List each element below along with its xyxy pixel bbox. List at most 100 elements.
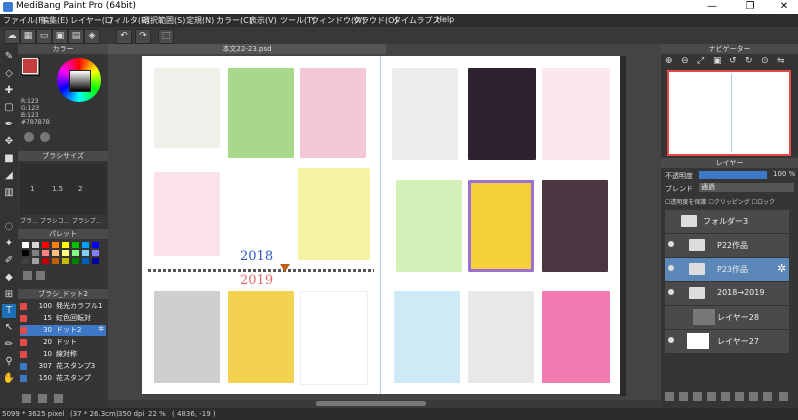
reset-rotation-icon[interactable]: ⊙ [761,56,769,66]
undo-button[interactable]: ↶ [116,29,132,44]
save-icon[interactable]: ▤ [68,29,84,44]
brush-item[interactable]: 15 虹色回転対 [20,313,106,324]
palette-swatch[interactable] [52,258,59,264]
palette-swatch[interactable] [72,258,79,264]
operation-tool-icon[interactable]: ↖ [2,321,16,335]
brush-size-value[interactable]: 1.5 [52,185,63,193]
eye-icon[interactable] [668,265,674,271]
layer-row[interactable]: レイヤー28 [665,306,789,330]
eraser-tool-icon[interactable]: ◇ [2,67,16,81]
brush-item[interactable]: 150 花スタンプ [20,373,106,384]
menu-timelapse[interactable]: タイムラプス [393,15,440,26]
rotate-right-icon[interactable]: ↻ [745,56,753,66]
palette-swatch[interactable] [92,242,99,248]
palette-swatch[interactable] [62,258,69,264]
palette-delete-icon[interactable] [36,271,45,280]
redo-button[interactable]: ↷ [135,29,151,44]
menu-edit[interactable]: 編集(E) [41,15,68,26]
copy-brush-icon[interactable] [37,394,47,403]
brush-item[interactable]: 20 ドット [20,337,106,348]
delete-layer-icon[interactable] [779,392,788,401]
new-folder-icon[interactable] [707,392,716,401]
palette-swatch[interactable] [72,242,79,248]
palette-swatch[interactable] [72,250,79,256]
cloud-icon[interactable]: ☁ [4,29,20,44]
hand-tool-icon[interactable]: ✋ [2,372,16,386]
palette-swatch[interactable] [42,258,49,264]
merge-down-icon[interactable] [721,392,730,401]
eye-icon[interactable] [668,289,674,295]
flip-icon[interactable]: ⇋ [777,56,785,66]
layer-settings-icon[interactable] [763,392,772,401]
palette-swatch[interactable] [92,258,99,264]
grid-icon[interactable]: ▦ [20,29,36,44]
comment-icon[interactable]: ▭ [36,29,52,44]
layer-row[interactable]: P22作品 [665,234,789,258]
zoom-in-icon[interactable]: ⊕ [665,56,673,66]
palette-grid[interactable] [22,242,104,266]
canvas-horizontal-scrollbar-thumb[interactable] [316,401,426,406]
palette-swatch[interactable] [22,250,29,256]
layer-row[interactable]: 2018→2019 [665,282,789,306]
layer-row-selected[interactable]: P23作品 ✲ [665,258,789,282]
image-icon[interactable]: ▣ [52,29,68,44]
document-tab[interactable]: 本文22-23.psd [108,44,386,54]
select-pen-tool-icon[interactable]: ✐ [2,254,16,268]
palette-swatch[interactable] [42,250,49,256]
eye-icon[interactable] [668,337,674,343]
palette-swatch[interactable] [22,242,29,248]
deselect-button[interactable]: ⬚ [158,29,174,44]
share-icon[interactable]: ◈ [84,29,100,44]
menu-color[interactable]: カラー(C) [216,15,252,26]
color-picker-square[interactable] [69,70,91,92]
menu-cloud[interactable]: クラウド(O) [353,15,398,26]
palette-swatch[interactable] [52,250,59,256]
minimize-button[interactable]: — [700,0,724,14]
gradient-tool-icon[interactable]: ▥ [2,186,16,200]
primary-color-swatch[interactable] [22,58,38,74]
opacity-slider[interactable] [699,171,767,179]
menu-ruler[interactable]: 定規(N) [186,15,214,26]
gear-icon[interactable]: ✲ [777,262,786,275]
pen-tool-icon[interactable]: ✒ [2,118,16,132]
new-layer-icon[interactable] [665,392,674,401]
layer-row[interactable]: レイヤー27 [665,330,789,354]
copy-layer-icon[interactable] [693,392,702,401]
magic-wand-tool-icon[interactable]: ✦ [2,237,16,251]
canvas-page[interactable]: 2018 2019 [142,56,620,394]
zoom-tool-icon[interactable]: ⚲ [2,355,16,369]
palette-swatch[interactable] [62,250,69,256]
clear-layer-icon[interactable] [735,392,744,401]
palette-swatch[interactable] [42,242,49,248]
canvas-vertical-scrollbar[interactable] [620,56,626,396]
select-eraser-tool-icon[interactable]: ◆ [2,271,16,285]
menu-view[interactable]: 表示(V) [249,15,277,26]
palette-swatch[interactable] [92,250,99,256]
lasso-tool-icon[interactable]: ◌ [2,220,16,234]
rect-tool-icon[interactable]: ▢ [2,101,16,115]
menu-select[interactable]: 選択範囲(S) [142,15,185,26]
brush-tool-icon[interactable]: ✎ [2,50,16,64]
palette-swatch[interactable] [32,242,39,248]
palette-add-icon[interactable] [23,271,32,280]
move-tool-icon[interactable]: ✥ [2,135,16,149]
palette-swatch[interactable] [82,242,89,248]
brush-panel-tabs[interactable]: ブラ… ブラシコ… ブラシプ… [20,216,102,225]
palette-swatch[interactable] [32,250,39,256]
brush-item[interactable]: 307 花スタンプ3 [20,361,106,372]
gear-icon[interactable]: ✲ [98,325,104,333]
palette-icon[interactable] [24,132,34,142]
brush-size-value[interactable]: 2 [78,185,82,193]
brush-item[interactable]: 10 線対称 [20,349,106,360]
menu-tool[interactable]: ツール(T) [280,15,315,26]
close-button[interactable]: ✕ [772,0,796,14]
text-tool-icon[interactable]: T [2,304,16,318]
brush-item-selected[interactable]: 30 ドット2 ✲ [20,325,106,336]
fit-icon[interactable]: ⤢ [697,56,704,66]
color-history-icon[interactable] [40,132,50,142]
brush-item[interactable]: 100 発光カラフル1 [20,301,106,312]
palette-swatch[interactable] [62,242,69,248]
palette-swatch[interactable] [82,258,89,264]
dot-tool-icon[interactable]: ✚ [2,84,16,98]
brush-size-value[interactable]: 1 [30,185,34,193]
